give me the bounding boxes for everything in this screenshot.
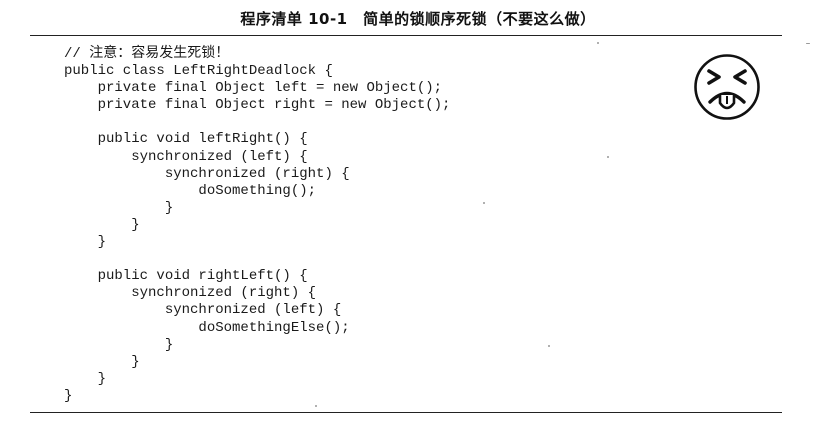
top-rule — [30, 35, 782, 36]
scan-speck — [806, 43, 810, 44]
scan-speck — [483, 202, 485, 204]
code-line-close-brace: } — [64, 199, 174, 216]
scan-speck — [315, 405, 317, 407]
scan-speck — [607, 156, 609, 158]
code-line-sync-right-nested: synchronized (right) { — [64, 165, 350, 182]
code-line-do-something: doSomething(); — [64, 182, 317, 199]
code-line-close-brace: } — [64, 336, 174, 353]
code-line-class-declaration: public class LeftRightDeadlock { — [64, 63, 333, 80]
bottom-rule — [30, 412, 782, 413]
code-line-comment: // 注意：容易发生死锁！ — [64, 46, 230, 62]
scan-speck — [548, 345, 550, 347]
code-line-class-close: } — [64, 387, 73, 404]
code-line-close-brace: } — [64, 216, 140, 233]
code-line-sync-left-nested: synchronized (left) { — [64, 302, 342, 319]
code-line-close-brace: } — [64, 370, 107, 387]
code-line-do-something-else: doSomethingElse(); — [64, 319, 350, 336]
grimacing-face-icon — [694, 54, 760, 120]
code-block: // 注意：容易发生死锁！ public class LeftRightDeadl… — [64, 46, 450, 405]
code-line-leftright-method: public void leftRight() { — [64, 131, 308, 148]
code-line-rightleft-method: public void rightLeft() { — [64, 268, 308, 285]
listing-title: 程序清单 10-1 简单的锁顺序死锁（不要这么做） — [240, 10, 596, 28]
code-line-close-brace: } — [64, 353, 140, 370]
code-line-right-field: private final Object right = new Object(… — [64, 97, 451, 114]
code-line-sync-left: synchronized (left) { — [64, 148, 308, 165]
code-line-sync-right: synchronized (right) { — [64, 285, 317, 302]
code-line-close-brace: } — [64, 234, 107, 251]
scan-speck — [597, 42, 599, 44]
code-line-left-field: private final Object left = new Object()… — [64, 80, 443, 97]
